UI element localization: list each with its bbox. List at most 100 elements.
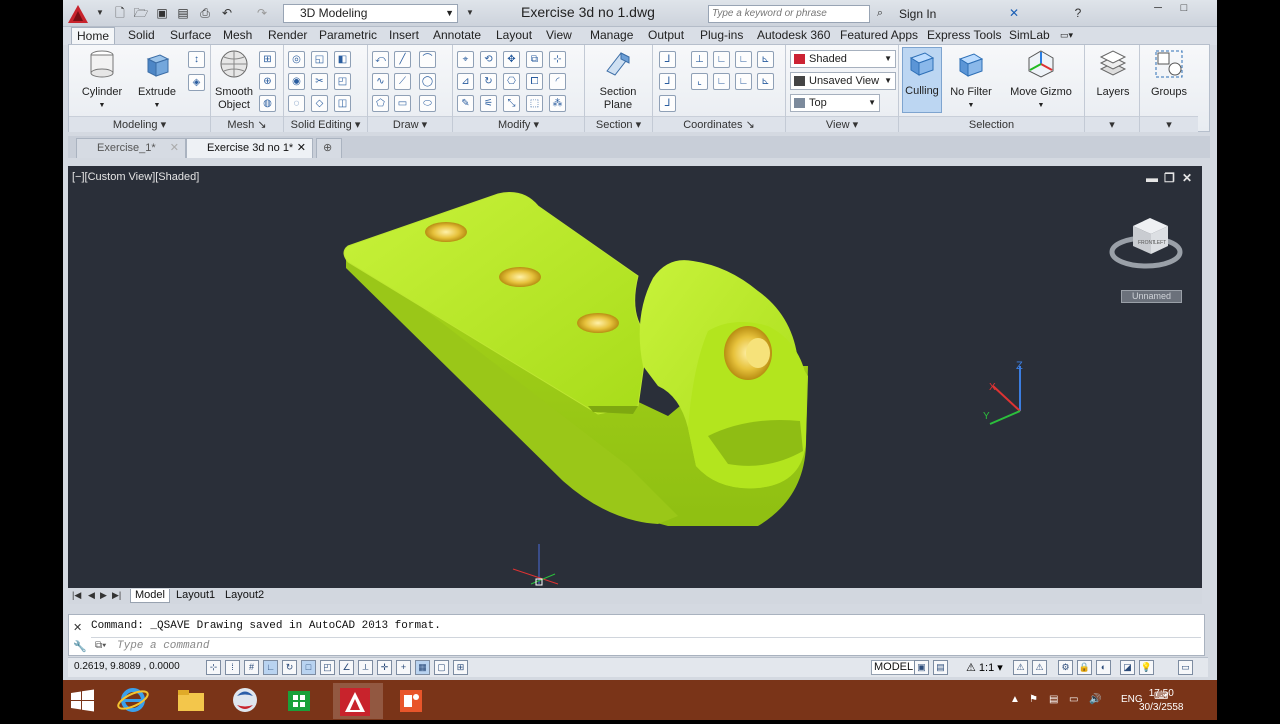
loft-icon[interactable]: ◈ [188,74,205,91]
fillet-icon[interactable]: ◜ [549,73,566,90]
open-icon[interactable]: 🗁 [132,5,150,21]
print-icon[interactable]: ⎙ [196,5,214,21]
tab-surface[interactable]: Surface [165,27,216,45]
tab-autodesk-360[interactable]: Autodesk 360 [752,27,835,45]
network-icon[interactable]: ▤ [1049,694,1058,705]
command-close-icon[interactable]: ✕ [73,621,82,634]
polygon-icon[interactable]: ⬠ [372,95,389,112]
viewcube-ucs-menu[interactable]: Unnamed [1121,290,1182,303]
ribbon-minimize-icon[interactable]: ▭▾ [1055,27,1078,45]
panel-title-layers[interactable]: ▾ [1085,116,1139,132]
ucs-zaxis-icon[interactable]: ∟ [735,73,752,90]
close-icon[interactable]: ✕ [170,139,179,158]
transparency-icon[interactable]: ▦ [415,660,430,675]
taskbar-internet-explorer[interactable] [113,683,163,719]
mesh-box-icon[interactable]: ⊞ [259,51,276,68]
fillet-edge-icon[interactable]: ◱ [311,51,328,68]
polar-tracking-icon[interactable]: ↻ [282,660,297,675]
arc-icon[interactable]: ⌒ [419,51,436,68]
panel-title-view[interactable]: View ▾ [786,116,898,132]
array-icon[interactable]: ⚟ [480,95,497,112]
redo-icon[interactable]: ↷ [253,5,271,21]
groups-button[interactable]: Groups [1148,49,1190,99]
tab-express-tools[interactable]: Express Tools [922,27,1006,45]
save-icon[interactable]: ▣ [153,5,171,21]
ucs-view-icon[interactable]: ⊾ [757,73,774,90]
smooth-object-button[interactable]: Smooth Object [214,49,254,112]
3d-rotate-icon[interactable]: ⟲ [480,51,497,68]
next-tab-icon[interactable]: ▶ [100,590,107,601]
cursor-coordinates[interactable]: 0.2619, 9.8089 , 0.0000 [74,661,180,672]
start-button[interactable] [63,683,113,719]
last-tab-icon[interactable]: ▶| [112,590,121,601]
panel-title-section[interactable]: Section ▾ [585,116,652,132]
ucs-origin-icon[interactable]: ⌞ [691,73,708,90]
layers-button[interactable]: Layers [1093,49,1133,99]
culling-button[interactable]: Culling [902,47,942,113]
tab-output[interactable]: Output [643,27,689,45]
autocad-logo-icon[interactable] [67,4,89,24]
lineweight-icon[interactable]: + [396,660,411,675]
slice-icon[interactable]: ✂ [311,73,328,90]
app-menu-arrow-icon[interactable]: ▼ [91,5,109,21]
spline-icon[interactable]: ∿ [372,73,389,90]
no-filter-button[interactable]: No Filter ▼ [949,49,993,112]
workspace-select[interactable]: 3D Modeling ▼ [283,4,458,23]
mesh-refine-icon[interactable]: ⊕ [259,73,276,90]
taskbar-autocad[interactable] [333,683,383,719]
infer-constraints-icon[interactable]: ⊹ [206,660,221,675]
help-icon[interactable]: ? [1069,5,1087,21]
close-icon[interactable]: ✕ [297,139,306,158]
command-prompt-icon[interactable]: ⧉▾ [95,640,106,651]
imprint-icon[interactable]: ◰ [334,73,351,90]
taskbar-store[interactable] [279,683,329,719]
ray-icon[interactable]: ⟋ [394,73,411,90]
tab-layout2[interactable]: Layout2 [221,589,268,603]
thicken-icon[interactable]: ◇ [311,95,328,112]
quick-view-layouts-icon[interactable]: ▣ [914,660,929,675]
selection-cycling-icon[interactable]: ⊞ [453,660,468,675]
hardware-acceleration-icon[interactable]: ◐ [1096,660,1111,675]
snap-mode-icon[interactable]: ⁞ [225,660,240,675]
auto-scale-icon[interactable]: ⚠ [1032,660,1047,675]
tab-featured-apps[interactable]: Featured Apps [835,27,923,45]
ucs-previous-icon[interactable]: ⅃ [659,73,676,90]
tab-solid[interactable]: Solid [123,27,160,45]
annotation-scale[interactable]: ⚠ 1:1 ▾ [966,661,1003,674]
isolate-objects-icon[interactable]: ◪ [1120,660,1135,675]
ortho-icon[interactable]: ∟ [263,660,278,675]
move-icon[interactable]: ✥ [503,51,520,68]
intersect-icon[interactable]: ◌ [288,95,305,112]
doc-tab-exercise1[interactable]: Exercise_1* ✕ [76,138,186,158]
maximize-button[interactable]: □ [1171,0,1197,18]
taskbar-office[interactable] [391,683,441,719]
explode-icon[interactable]: ⁂ [549,95,566,112]
new-tab-button[interactable]: ⊕ [316,138,342,158]
speaker-icon[interactable]: 🔊 [1089,694,1101,705]
panel-title-coordinates[interactable]: Coordinates ↘ [653,116,785,132]
circle-icon[interactable]: ◯ [419,73,436,90]
minimize-button[interactable]: ─ [1145,0,1171,18]
gizmo-icon[interactable]: ⌖ [457,51,474,68]
tab-model[interactable]: Model [130,589,170,603]
rectangle-icon[interactable]: ▭ [394,95,411,112]
model-space-button[interactable]: MODEL [871,660,917,675]
offset-icon[interactable]: ⎔ [503,73,520,90]
grid-icon[interactable]: # [244,660,259,675]
ellipse-icon[interactable]: ⬭ [419,95,436,112]
tab-render[interactable]: Render [263,27,312,45]
scale-icon[interactable]: ⤡ [503,95,520,112]
ucs-icon[interactable]: ⅃ [659,51,676,68]
clean-screen-icon[interactable]: 💡 [1139,660,1154,675]
bracket-model[interactable] [343,192,808,527]
binoculars-icon[interactable]: ⌕ [871,5,889,21]
named-view-select[interactable]: Unsaved View ▼ [790,72,896,90]
section-plane-button[interactable]: Section Plane [593,49,643,112]
panel-title-mesh[interactable]: Mesh ↘ [211,116,283,132]
trim-icon[interactable]: ⊹ [549,51,566,68]
rotate-icon[interactable]: ↻ [480,73,497,90]
tab-layout[interactable]: Layout [491,27,537,45]
save-as-icon[interactable]: ▤ [174,5,192,21]
exchange-icon[interactable]: ✕ [1005,5,1023,21]
union-icon[interactable]: ◎ [288,51,305,68]
